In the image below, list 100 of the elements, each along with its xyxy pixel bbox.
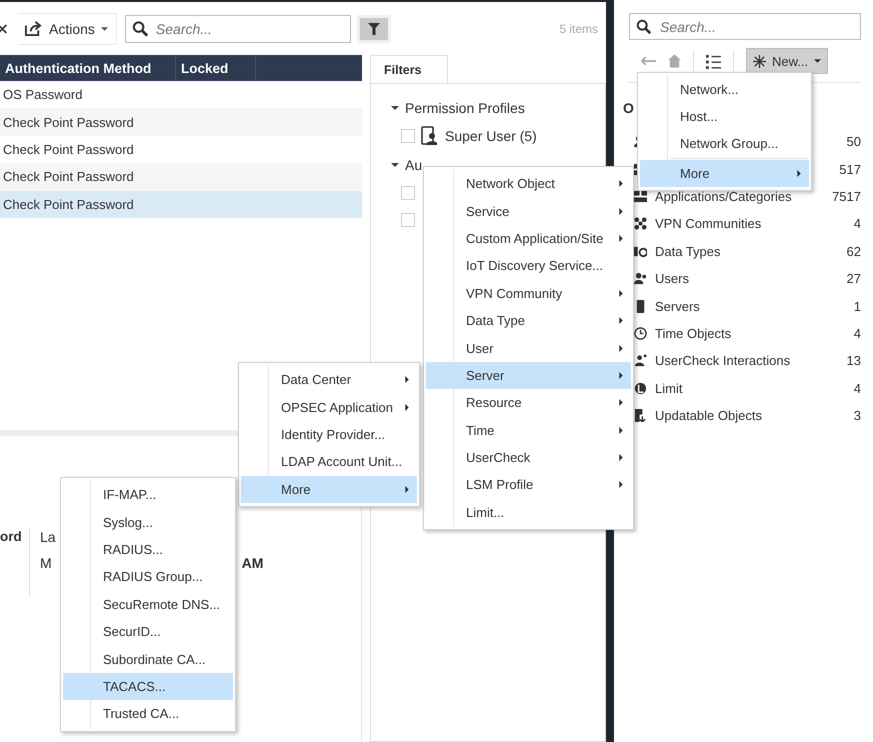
menu-item[interactable]: Time xyxy=(426,416,631,444)
submenu-arrow-icon xyxy=(405,404,409,411)
table-row[interactable]: Check Point Password xyxy=(0,163,362,191)
submenu-arrow-icon xyxy=(405,376,409,384)
menu-item[interactable]: Trusted CA... xyxy=(63,700,233,728)
category-count: 4 xyxy=(854,216,861,232)
category-count: 50 xyxy=(846,134,861,150)
checkbox[interactable] xyxy=(401,128,415,142)
menu-item[interactable]: Network... xyxy=(640,76,809,103)
menu-item[interactable]: More xyxy=(241,476,417,503)
submenu-arrow-icon xyxy=(619,234,623,242)
menu-item[interactable]: Resource xyxy=(426,389,631,417)
section-heading: O xyxy=(623,100,635,116)
menu-item[interactable]: UserCheck xyxy=(426,444,631,472)
category-count: 4 xyxy=(854,326,861,341)
menu-item[interactable]: Network Group... xyxy=(640,130,809,157)
table-row[interactable]: Check Point Password xyxy=(0,190,362,218)
menu-item[interactable]: Network Object xyxy=(426,170,631,198)
clock-icon xyxy=(634,326,647,340)
menu-item[interactable]: LSM Profile xyxy=(426,471,631,499)
category-count: 517 xyxy=(839,162,861,177)
detail-text: La xyxy=(40,529,57,545)
menu-item[interactable]: Custom Application/Site xyxy=(426,224,631,252)
table-cell: Check Point Password xyxy=(3,114,134,130)
profile-icon xyxy=(421,126,437,146)
table-cell: Check Point Password xyxy=(3,196,134,212)
filter-button[interactable] xyxy=(356,14,391,42)
new-button[interactable]: New... xyxy=(746,48,828,74)
search-icon xyxy=(132,20,149,37)
category-item[interactable]: UserCheck Interactions 13 xyxy=(629,347,861,375)
menu-item[interactable]: More xyxy=(640,160,809,187)
category-item[interactable]: Users 27 xyxy=(629,264,861,292)
table-cell: OS Password xyxy=(3,87,82,102)
category-item[interactable]: VPN Communities 4 xyxy=(629,210,861,238)
filter-icon xyxy=(368,22,380,34)
checkbox[interactable] xyxy=(401,212,415,226)
menu-item[interactable]: TACACS... xyxy=(63,672,233,700)
menu-item[interactable]: SecurID... xyxy=(63,618,233,646)
search-field[interactable]: Search... xyxy=(629,13,861,40)
close-icon[interactable] xyxy=(0,22,8,34)
menu-item[interactable]: RADIUS... xyxy=(63,536,233,564)
menu-item[interactable]: Host... xyxy=(640,103,809,130)
search-field[interactable]: Search... xyxy=(124,14,351,42)
caret-icon[interactable] xyxy=(391,104,399,112)
caret-icon[interactable] xyxy=(391,161,399,169)
detail-label: ord xyxy=(0,527,30,597)
menu-item[interactable]: Identity Provider... xyxy=(241,420,417,448)
submenu-arrow-icon xyxy=(405,486,409,493)
search-icon xyxy=(636,18,652,34)
caret-icon xyxy=(814,59,822,63)
category-item[interactable]: Updatable Objects 3 xyxy=(629,402,861,430)
filters-tab[interactable]: Filters xyxy=(370,55,448,83)
menu-item[interactable]: IF-MAP... xyxy=(63,481,233,508)
submenu-arrow-icon xyxy=(619,317,623,324)
category-count: 13 xyxy=(846,353,861,368)
menu-item[interactable]: SecuRemote DNS... xyxy=(63,590,233,618)
category-item[interactable]: Data Types 62 xyxy=(629,238,861,265)
menu-item[interactable]: Data Center xyxy=(241,366,417,394)
users-icon xyxy=(634,272,647,286)
apps-icon xyxy=(634,190,647,203)
submenu-arrow-icon xyxy=(619,180,623,188)
submenu-arrow-icon xyxy=(619,344,623,352)
actions-button[interactable]: Actions xyxy=(18,12,117,44)
category-label: VPN Communities xyxy=(655,216,762,232)
menu-item[interactable]: Limit... xyxy=(426,498,631,526)
category-item[interactable]: Time Objects 4 xyxy=(629,320,861,348)
menu-item[interactable]: Service xyxy=(426,197,631,225)
usercheck-icon xyxy=(634,354,647,368)
menu-item[interactable]: Syslog... xyxy=(63,508,233,536)
filter-group-label: Permission Profiles xyxy=(405,100,525,116)
category-item[interactable]: Limit 4 xyxy=(629,374,861,402)
menu-item[interactable]: IoT Discovery Service... xyxy=(426,252,631,280)
asterisk-icon xyxy=(753,54,766,68)
category-label: Applications/Categories xyxy=(655,188,792,204)
category-count: 27 xyxy=(846,271,861,286)
menu-item[interactable]: Subordinate CA... xyxy=(63,645,233,673)
category-count: 4 xyxy=(854,380,861,396)
menu-item[interactable]: OPSEC Application xyxy=(241,393,417,421)
menu-item[interactable]: Data Type xyxy=(426,306,631,334)
detail-text: M xyxy=(40,555,52,571)
menu-item[interactable]: Server xyxy=(426,362,631,390)
menu-item[interactable]: LDAP Account Unit... xyxy=(241,448,417,476)
menu-item[interactable]: RADIUS Group... xyxy=(63,563,233,591)
menu-item[interactable]: User xyxy=(426,334,631,362)
table-cell: Check Point Password xyxy=(3,142,134,157)
category-item[interactable]: Servers 1 xyxy=(629,292,861,320)
submenu-arrow-icon xyxy=(619,290,623,297)
list-icon[interactable] xyxy=(706,54,721,68)
submenu-arrow-icon xyxy=(619,372,623,379)
category-count: 3 xyxy=(854,408,861,424)
category-label: UserCheck Interactions xyxy=(655,353,790,368)
checkbox[interactable] xyxy=(401,186,415,200)
table-row[interactable]: Check Point Password xyxy=(0,108,362,136)
update-icon xyxy=(634,409,647,422)
table-cell: Check Point Password xyxy=(3,169,134,184)
submenu-arrow-icon xyxy=(619,481,623,488)
item-count: 5 items xyxy=(559,22,598,36)
menu-item[interactable]: VPN Community xyxy=(426,280,631,307)
category-count: 1 xyxy=(854,298,861,314)
category-count: 62 xyxy=(846,244,861,259)
